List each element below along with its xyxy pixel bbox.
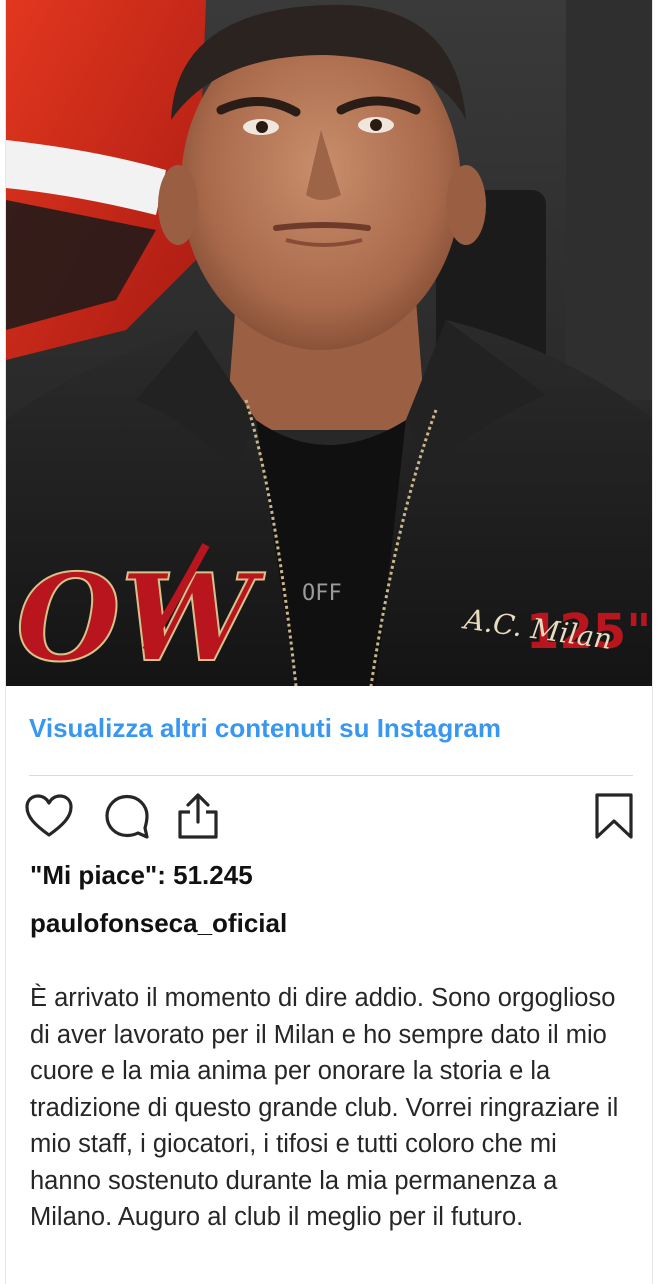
view-more-on-instagram-link[interactable]: Visualizza altri contenuti su Instagram xyxy=(29,713,501,744)
share-button[interactable] xyxy=(173,792,223,845)
share-upload-icon xyxy=(176,792,220,845)
svg-text:OW: OW xyxy=(16,548,266,686)
comment-button[interactable] xyxy=(102,793,152,843)
username[interactable]: paulofonseca_oficial xyxy=(30,908,287,939)
divider xyxy=(29,775,633,776)
instagram-embed-card: OW OFF 125" A.C. Milan Visualizza altri … xyxy=(5,0,653,1284)
bookmark-icon xyxy=(594,792,634,845)
heart-icon xyxy=(25,793,73,843)
likes-count: "Mi piace": 51.245 xyxy=(30,860,253,890)
like-button[interactable] xyxy=(24,793,74,843)
post-photo[interactable]: OW OFF 125" A.C. Milan xyxy=(6,0,652,686)
action-bar xyxy=(24,792,639,845)
save-button[interactable] xyxy=(589,792,639,845)
jacket-off-text: OFF xyxy=(302,581,342,606)
post-caption: È arrivato il momento di dire addio. Son… xyxy=(30,984,619,1231)
comment-bubble-icon xyxy=(104,793,150,844)
